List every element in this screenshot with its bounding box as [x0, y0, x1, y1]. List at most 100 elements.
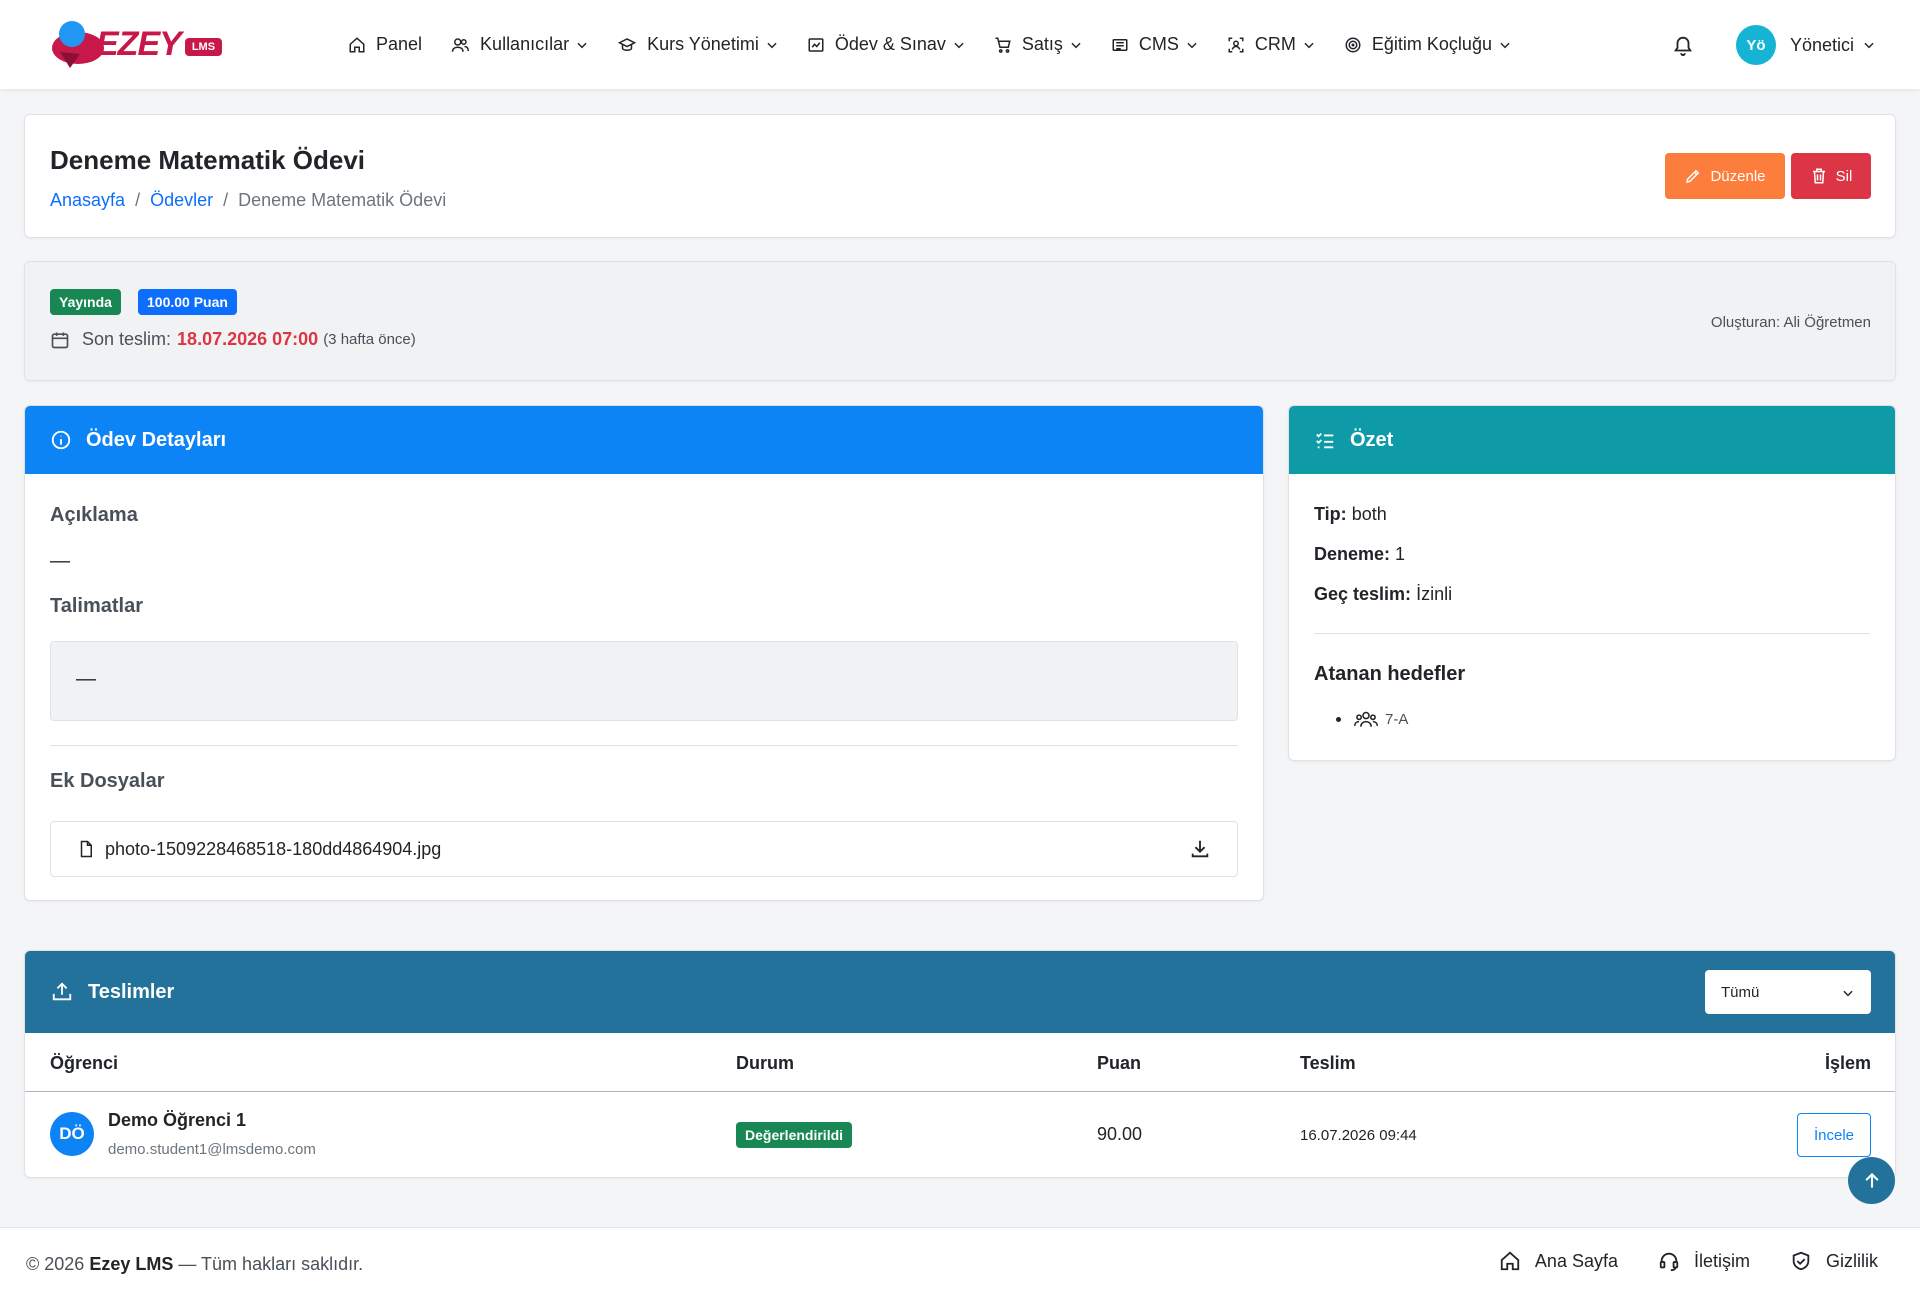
summary-header: Özet	[1289, 406, 1895, 474]
users-icon	[451, 37, 470, 52]
footer-link-label: Ana Sayfa	[1534, 1250, 1618, 1271]
chevron-down-icon	[954, 42, 964, 48]
attachments-title: Ek Dosyalar	[50, 770, 165, 792]
chevron-down-icon	[767, 42, 777, 48]
chevron-down-icon	[1071, 42, 1081, 48]
creator-text: Oluşturan: Ali Öğretmen	[1710, 314, 1871, 331]
download-icon[interactable]	[1189, 838, 1211, 860]
student-email: demo.student1@lmsdemo.com	[108, 1141, 316, 1158]
summary-title: Özet	[1350, 428, 1394, 451]
info-icon	[51, 430, 71, 450]
submissions-title: Teslimler	[88, 980, 175, 1003]
footer: © 2026 Ezey LMS — Tüm hakları saklıdır. …	[0, 1227, 1920, 1301]
bell-icon	[1673, 36, 1693, 56]
scroll-to-top-button[interactable]	[1848, 1157, 1895, 1204]
nav-label: CRM	[1254, 34, 1296, 54]
submissions-card: Teslimler Tümü Öğrenci Durum Puan Teslim…	[24, 950, 1896, 1178]
pencil-icon	[1686, 169, 1700, 184]
col-header-score: Puan	[1097, 1053, 1142, 1073]
nav-course-management[interactable]: Kurs Yönetimi	[617, 34, 779, 55]
details-header: Ödev Detayları	[25, 406, 1263, 474]
copyright-brand: Ezey LMS	[89, 1254, 174, 1274]
upload-icon	[52, 982, 72, 1001]
points-badge: 100.00 Puan	[138, 289, 237, 315]
nav-sales[interactable]: Satış	[994, 34, 1083, 55]
brand-name: EZEY	[96, 24, 182, 63]
nav-label: Panel	[376, 34, 423, 54]
instructions-value: —	[76, 668, 96, 690]
nav-assignments-exams[interactable]: Ödev & Sınav	[807, 34, 966, 55]
nav-label: Kurs Yönetimi	[647, 34, 759, 54]
target-label: 7-A	[1385, 710, 1409, 728]
group-icon	[1353, 711, 1379, 727]
edit-button[interactable]: Düzenle	[1665, 153, 1785, 199]
review-button[interactable]: İncele	[1797, 1113, 1871, 1157]
breadcrumb-assignments[interactable]: Ödevler	[150, 190, 213, 211]
submission-score: 90.00	[1097, 1124, 1143, 1144]
footer-link-contact[interactable]: İletişim	[1658, 1250, 1750, 1272]
deadline-relative: (3 hafta önce)	[323, 331, 416, 348]
copyright: © 2026 Ezey LMS — Tüm hakları saklıdır.	[26, 1254, 363, 1275]
nav-coaching[interactable]: Eğitim Koçluğu	[1344, 34, 1512, 55]
footer-link-label: İletişim	[1693, 1250, 1750, 1271]
submission-date: 16.07.2026 09:44	[1300, 1127, 1417, 1144]
nav-label: Kullanıcılar	[480, 34, 570, 54]
target-item: 7-A	[1336, 710, 1408, 728]
nav-cms[interactable]: CMS	[1111, 34, 1199, 55]
submissions-header: Teslimler Tümü	[25, 951, 1895, 1033]
person-scan-icon	[1228, 37, 1244, 52]
footer-link-privacy[interactable]: Gizlilik	[1790, 1250, 1878, 1272]
attachment-row[interactable]: photo-1509228468518-180dd4864904.jpg	[50, 821, 1238, 877]
breadcrumb-current: Deneme Matematik Ödevi	[238, 190, 447, 210]
summary-attempt-value: 1	[1395, 544, 1406, 564]
assignment-meta-card: Yayında 100.00 Puan Son teslim: 18.07.20…	[24, 261, 1896, 381]
assignment-details-card: Ödev Detayları Açıklama — Talimatlar — E…	[24, 405, 1264, 901]
chevron-down-icon	[1500, 42, 1510, 48]
summary-type-value: both	[1351, 504, 1387, 524]
shield-check-icon	[1792, 1251, 1810, 1271]
footer-link-label: Gizlilik	[1826, 1250, 1878, 1271]
summary-attempt: Deneme: 1	[1314, 544, 1405, 565]
description-value: —	[50, 550, 70, 572]
brand-logo[interactable]: EZEY LMS	[50, 18, 223, 70]
copyright-rights: — Tüm hakları saklıdır.	[178, 1254, 364, 1274]
col-header-action: İşlem	[1824, 1053, 1871, 1073]
nav-label: Ödev & Sınav	[834, 34, 946, 54]
details-title: Ödev Detayları	[86, 428, 227, 451]
targets-title: Atanan hedefler	[1314, 663, 1466, 685]
brand-badge: LMS	[184, 38, 223, 56]
chart-board-icon	[808, 37, 824, 52]
chevron-down-icon	[1187, 42, 1197, 48]
col-header-submitted: Teslim	[1300, 1053, 1356, 1073]
student-avatar: DÖ	[50, 1112, 94, 1156]
submission-status-badge: Değerlendirildi	[736, 1122, 853, 1148]
breadcrumb-home[interactable]: Anasayfa	[50, 190, 125, 211]
chevron-down-icon	[1843, 990, 1853, 997]
file-icon	[80, 840, 92, 858]
page-header-card: Deneme Matematik Ödevi Anasayfa / Ödevle…	[24, 114, 1896, 238]
summary-type: Tip: both	[1314, 504, 1387, 525]
nav-label: Eğitim Koçluğu	[1371, 34, 1492, 54]
trash-icon	[1812, 168, 1825, 184]
footer-link-home[interactable]: Ana Sayfa	[1499, 1250, 1618, 1272]
filter-value: Tümü	[1721, 983, 1760, 1001]
summary-late-label: Geç teslim:	[1314, 584, 1412, 604]
nav-panel[interactable]: Panel	[348, 34, 422, 55]
user-menu[interactable]: Yö Yönetici	[1736, 25, 1876, 65]
arrow-up-icon	[1864, 1172, 1879, 1188]
instructions-box: —	[50, 641, 1238, 721]
logo-mark-icon	[50, 18, 104, 70]
summary-attempt-label: Deneme:	[1314, 544, 1391, 564]
instructions-title: Talimatlar	[50, 595, 143, 617]
breadcrumb-separator: /	[135, 190, 141, 210]
graduation-cap-icon	[617, 37, 637, 51]
nav-users[interactable]: Kullanıcılar	[450, 34, 589, 55]
delete-button-label: Sil	[1835, 167, 1853, 185]
col-header-status: Durum	[736, 1053, 794, 1073]
delete-button[interactable]: Sil	[1791, 153, 1871, 199]
main-nav: Panel Kullanıcılar Kurs Yönetimi Ödev & …	[348, 0, 1540, 89]
description-title: Açıklama	[50, 504, 138, 526]
submissions-filter-select[interactable]: Tümü	[1705, 970, 1871, 1014]
notifications-button[interactable]	[1672, 33, 1694, 62]
nav-crm[interactable]: CRM	[1227, 34, 1316, 55]
